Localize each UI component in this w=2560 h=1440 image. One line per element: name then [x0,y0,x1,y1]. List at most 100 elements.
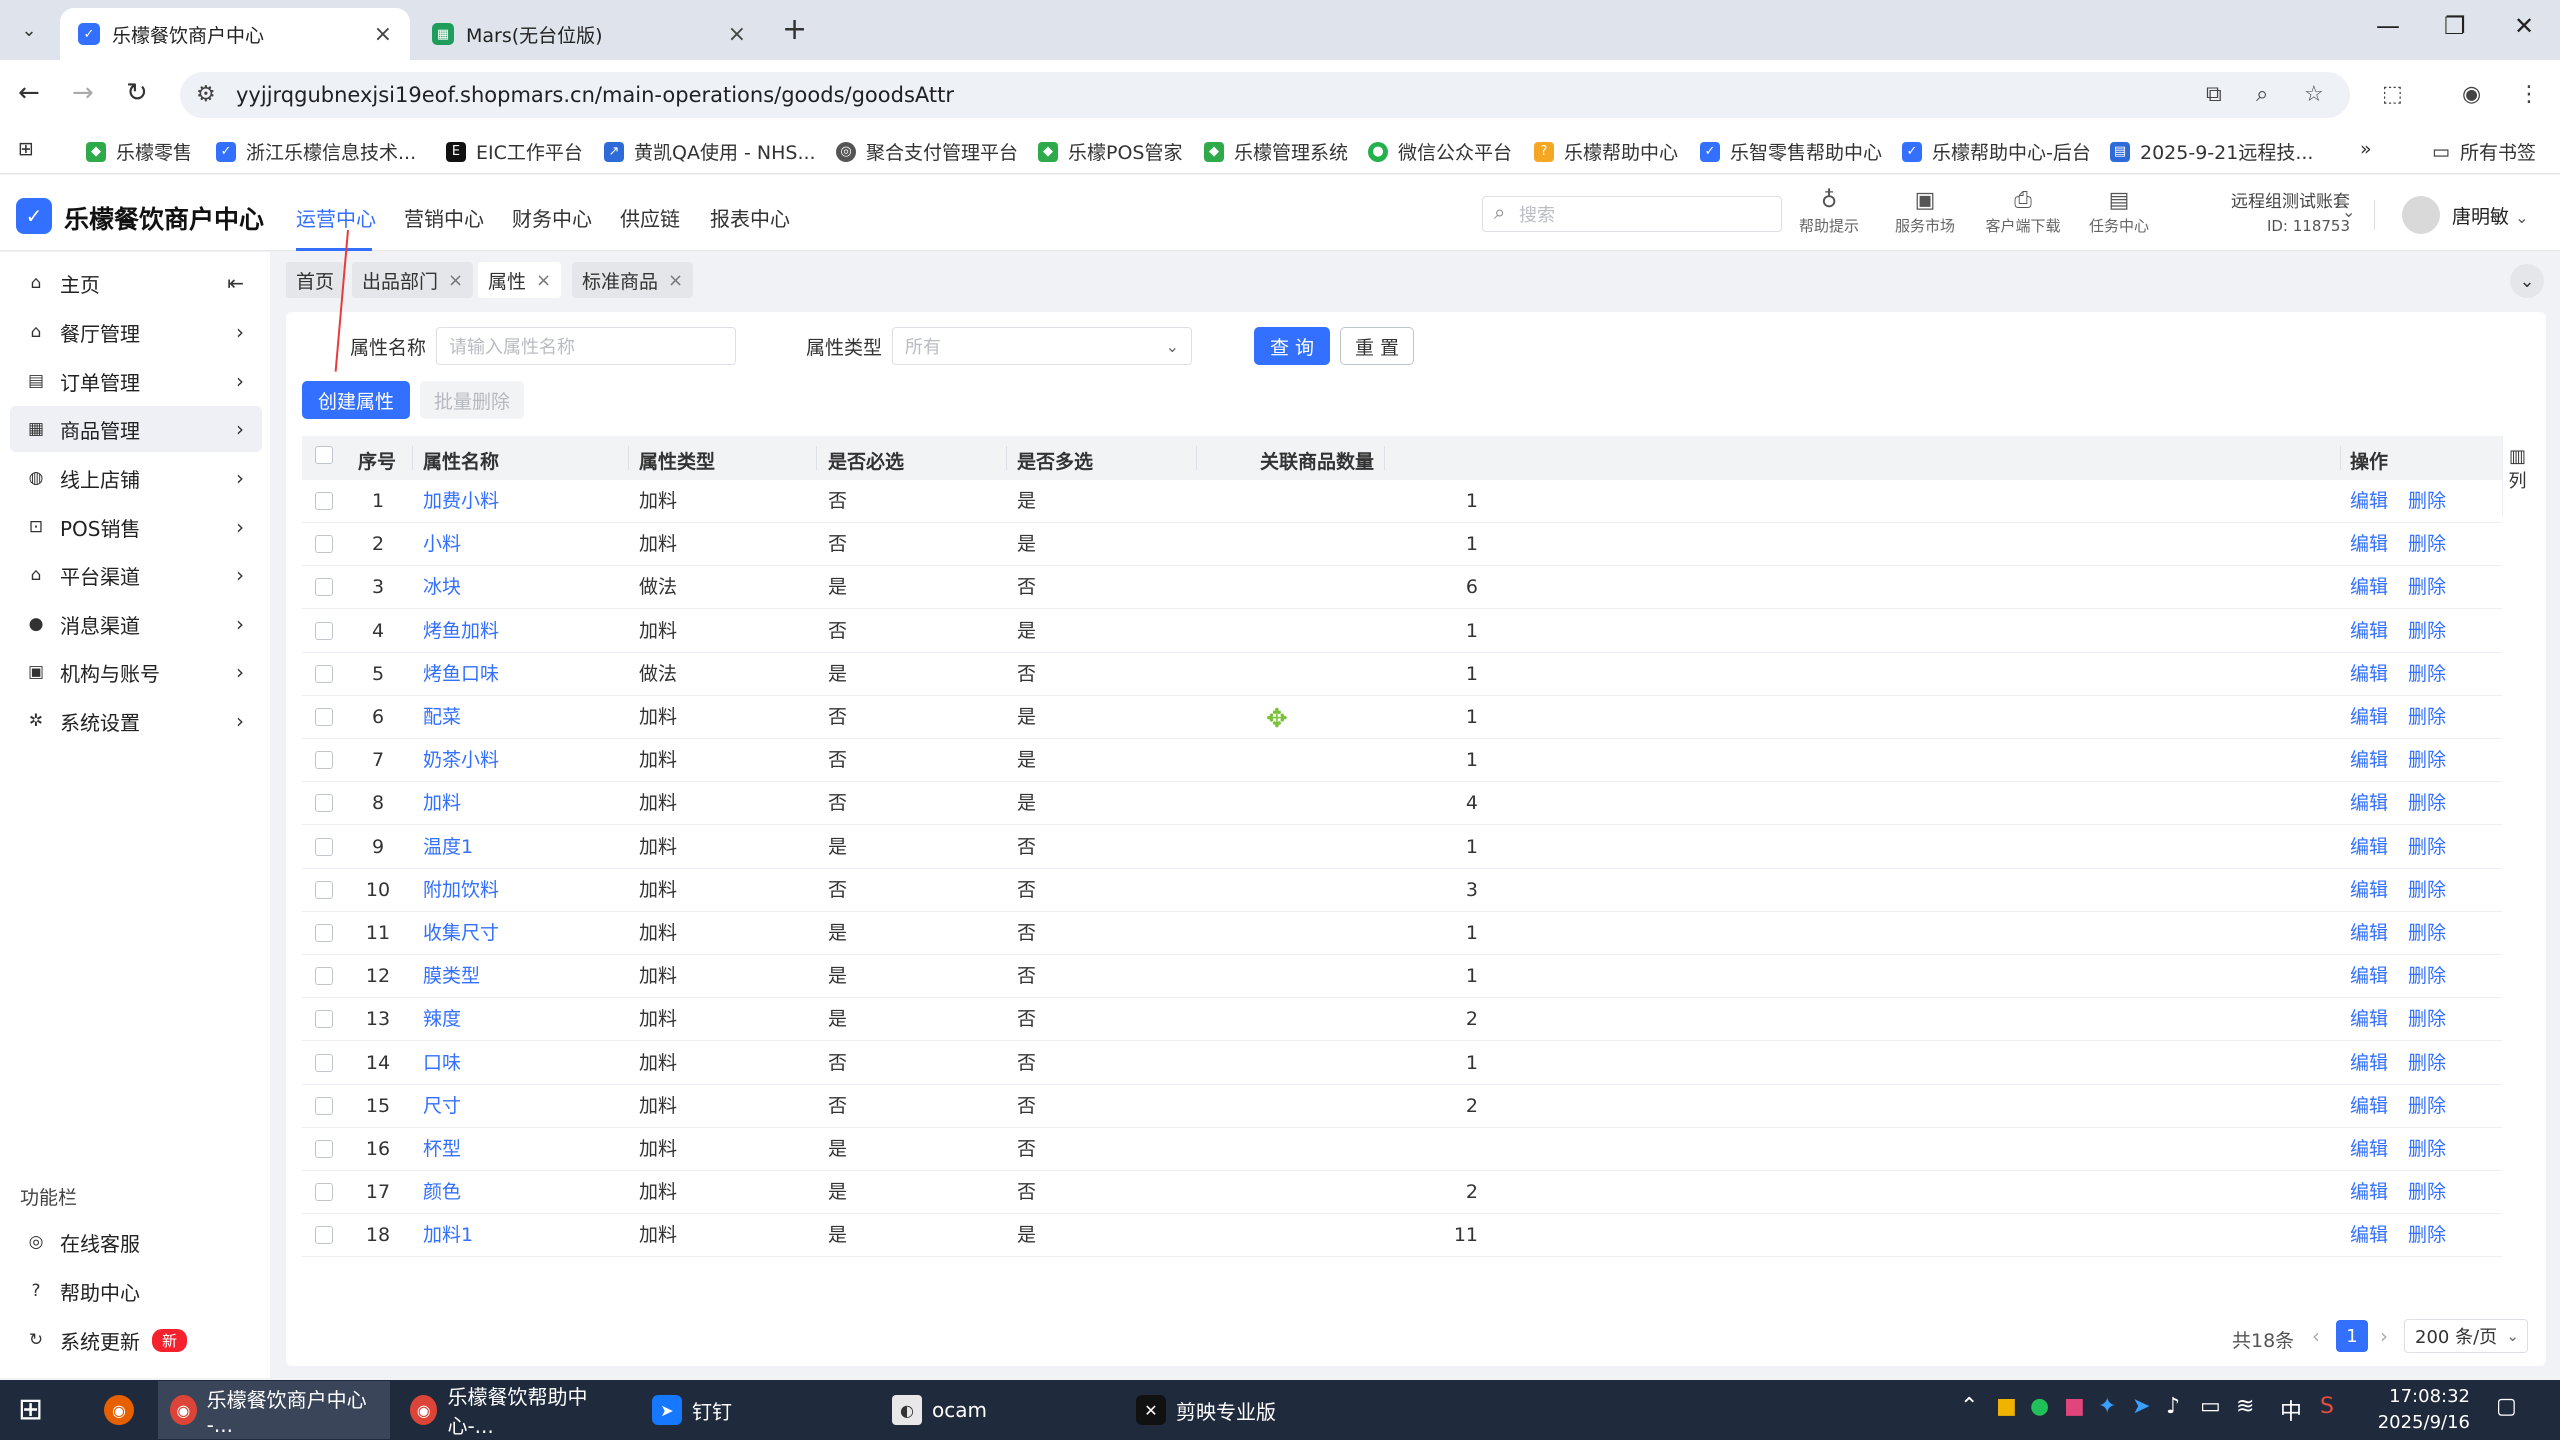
bookmark-item[interactable]: ✓ 浙江乐檬信息技术... [216,138,416,165]
sidebar-item-goods[interactable]: ▦ 商品管理 › [10,406,262,452]
cell-attr-name[interactable]: 杯型 [423,1128,461,1171]
zoom-icon[interactable]: ⌕ [2256,82,2268,107]
delete-link[interactable]: 删除 [2408,1214,2446,1257]
topnav-finance[interactable]: 财务中心 [512,203,592,232]
create-attribute-button[interactable]: 创建属性 [302,381,410,419]
sidebar-item-orders[interactable]: ▤ 订单管理 › [10,358,262,404]
edit-link[interactable]: 编辑 [2350,955,2388,998]
profile-icon[interactable]: ◉ [2462,82,2481,107]
account-switcher[interactable]: 远程组测试账套 ID: 118753 [2180,190,2350,238]
cell-attr-name[interactable]: 奶茶小料 [423,739,499,782]
ime-indicator[interactable]: 中 [2280,1394,2302,1426]
row-checkbox[interactable] [315,924,333,942]
edit-link[interactable]: 编辑 [2350,998,2388,1041]
browser-tab[interactable]: ▦ Mars(无台位版) × [414,8,764,60]
bookmark-item[interactable]: ◆ 乐檬管理系统 [1204,138,1348,165]
delete-link[interactable]: 删除 [2408,782,2446,825]
tray-app-icon[interactable]: ■ [1996,1394,2017,1419]
cell-attr-name[interactable]: 烤鱼口味 [423,653,499,696]
edit-link[interactable]: 编辑 [2350,739,2388,782]
close-tag-icon[interactable]: × [448,270,463,291]
delete-link[interactable]: 删除 [2408,566,2446,609]
all-bookmarks[interactable]: ▭ 所有书签 [2432,138,2536,165]
address-bar[interactable]: yyjjrqgubnexjsi19eof.shopmars.cn/main-op… [180,72,2350,118]
delete-link[interactable]: 删除 [2408,998,2446,1041]
edit-link[interactable]: 编辑 [2350,826,2388,869]
edit-link[interactable]: 编辑 [2350,1214,2388,1257]
reload-icon[interactable]: ↻ [126,78,148,108]
prev-page-icon[interactable]: ‹ [2312,1324,2320,1348]
edit-link[interactable]: 编辑 [2350,523,2388,566]
cell-attr-name[interactable]: 冰块 [423,566,461,609]
edit-link[interactable]: 编辑 [2350,566,2388,609]
delete-link[interactable]: 删除 [2408,480,2446,523]
edit-link[interactable]: 编辑 [2350,610,2388,653]
wifi-icon[interactable]: ≋ [2236,1394,2254,1419]
close-tab-icon[interactable]: × [374,22,392,47]
new-tab-plus-icon[interactable]: + [782,12,807,47]
bookmark-item[interactable]: ✓ 乐檬帮助中心-后台 [1902,138,2091,165]
delete-link[interactable]: 删除 [2408,523,2446,566]
global-search-input[interactable]: 搜索 [1482,196,1782,232]
cell-attr-name[interactable]: 颜色 [423,1171,461,1214]
client-download-button[interactable]: ⎙ 客户端下载 [1978,188,2068,236]
row-checkbox[interactable] [315,492,333,510]
row-checkbox[interactable] [315,881,333,899]
volume-icon[interactable]: ♪ [2166,1394,2180,1419]
sidebar-item-message-channels[interactable]: ● 消息渠道 › [10,601,262,647]
bookmark-item[interactable]: ✓ 乐智零售帮助中心 [1700,138,1882,165]
page-size-select[interactable]: 200 条/页 ⌄ [2404,1319,2528,1353]
delete-link[interactable]: 删除 [2408,1085,2446,1128]
sidebar-item-settings[interactable]: ✲ 系统设置 › [10,698,262,744]
delete-link[interactable]: 删除 [2408,610,2446,653]
cell-attr-name[interactable]: 收集尺寸 [423,912,499,955]
back-arrow-icon[interactable]: ← [18,78,40,108]
sidebar-item-restaurant[interactable]: ⌂ 餐厅管理 › [10,309,262,355]
attr-name-input[interactable]: 请输入属性名称 [436,327,736,365]
cell-attr-name[interactable]: 附加饮料 [423,869,499,912]
minimize-icon[interactable]: — [2376,12,2400,40]
next-page-icon[interactable]: › [2380,1324,2388,1348]
cell-attr-name[interactable]: 加料 [423,782,461,825]
cell-attr-name[interactable]: 膜类型 [423,955,480,998]
service-market-button[interactable]: ▣ 服务市场 [1880,188,1970,236]
batch-delete-button[interactable]: 批量删除 [420,381,524,419]
topnav-reports[interactable]: 报表中心 [710,203,790,232]
tag-standard-goods[interactable]: 标准商品 × [572,262,694,298]
cell-attr-name[interactable]: 口味 [423,1042,461,1085]
edit-link[interactable]: 编辑 [2350,696,2388,739]
edit-link[interactable]: 编辑 [2350,869,2388,912]
wechat-icon[interactable]: ● [2030,1394,2049,1419]
sidebar-item-online-service[interactable]: ◎ 在线客服 [10,1219,262,1265]
taskbar-chrome-merchant[interactable]: ◉ 乐檬餐饮商户中心 -... [158,1381,390,1439]
delete-link[interactable]: 删除 [2408,653,2446,696]
attr-type-select[interactable]: 所有 ⌄ [892,327,1192,365]
row-checkbox[interactable] [315,622,333,640]
windows-start-icon[interactable]: ⊞ [18,1392,43,1427]
bookmark-item[interactable]: ● 微信公众平台 [1368,138,1512,165]
edit-link[interactable]: 编辑 [2350,1128,2388,1171]
row-checkbox[interactable] [315,665,333,683]
tag-output-department[interactable]: 出品部门 × [352,262,474,298]
query-button[interactable]: 查 询 [1254,327,1330,365]
row-checkbox[interactable] [315,794,333,812]
row-checkbox[interactable] [315,751,333,769]
more-menu-icon[interactable]: ⋮ [2518,82,2540,107]
cell-attr-name[interactable]: 加料1 [423,1214,473,1257]
tag-home[interactable]: 首页 [286,262,345,298]
delete-link[interactable]: 删除 [2408,1042,2446,1085]
taskbar-chrome-help[interactable]: ◉ 乐檬餐饮帮助中心-... [398,1381,630,1439]
edit-link[interactable]: 编辑 [2350,1171,2388,1214]
close-window-icon[interactable]: ✕ [2514,12,2534,40]
row-checkbox[interactable] [315,1140,333,1158]
cell-attr-name[interactable]: 小料 [423,523,461,566]
topnav-supply-chain[interactable]: 供应链 [620,203,680,232]
bookmarks-overflow-icon[interactable]: » [2360,138,2372,160]
cell-attr-name[interactable]: 配菜 [423,696,461,739]
delete-link[interactable]: 删除 [2408,739,2446,782]
tray-overflow-icon[interactable]: ⌃ [1960,1394,1978,1419]
edit-link[interactable]: 编辑 [2350,480,2388,523]
taskbar-ocam[interactable]: ◐ ocam [880,1381,999,1439]
edit-link[interactable]: 编辑 [2350,782,2388,825]
row-checkbox[interactable] [315,1010,333,1028]
